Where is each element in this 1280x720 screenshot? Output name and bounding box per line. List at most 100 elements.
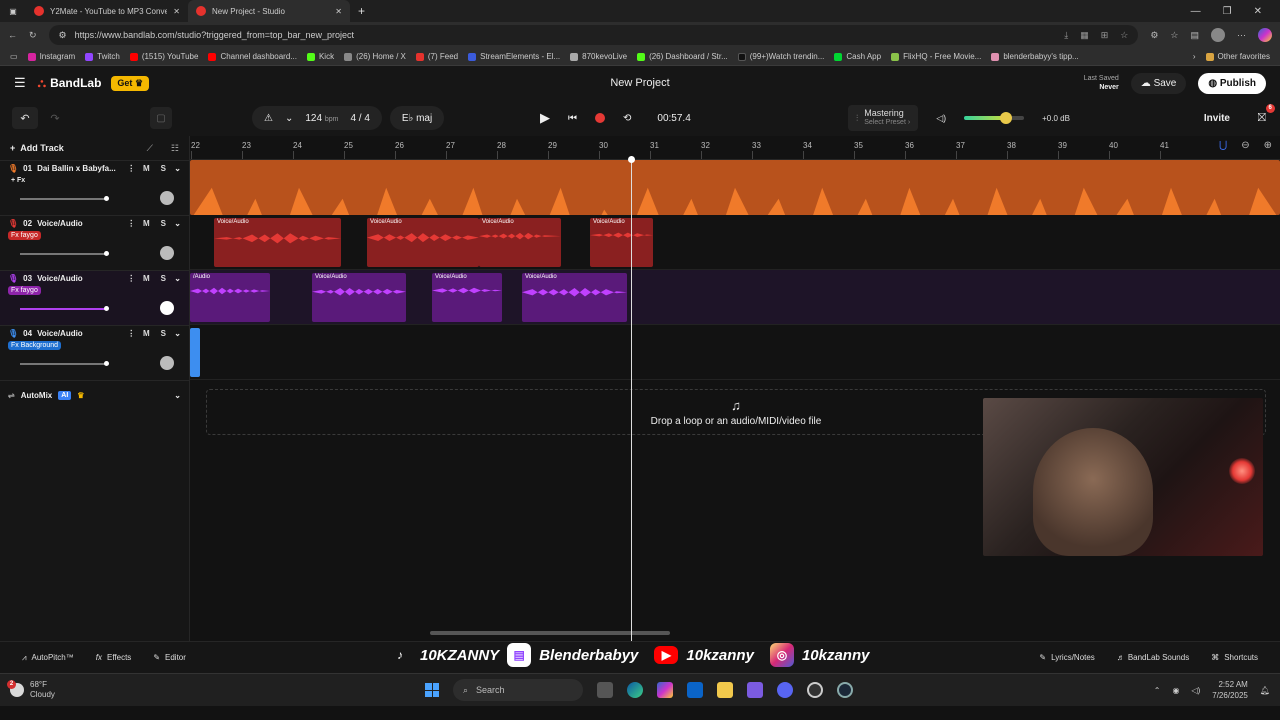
- track-header[interactable]: 🎙︎ 03 Voice/Audio ⋮ M S ⌄ Fx faygo: [0, 270, 189, 325]
- mute-button[interactable]: M: [140, 274, 152, 283]
- bookmark-item[interactable]: Kick: [306, 52, 334, 61]
- extensions-icon[interactable]: ⊞: [1101, 30, 1109, 41]
- slider-handle[interactable]: [104, 306, 109, 311]
- weather-widget[interactable]: 2 68°F Cloudy: [7, 680, 55, 700]
- steam-icon[interactable]: [837, 682, 853, 698]
- collections-icon[interactable]: ▤: [1190, 30, 1199, 41]
- bookmark-item[interactable]: Twitch: [85, 52, 120, 61]
- track-name[interactable]: Voice/Audio: [37, 274, 122, 283]
- fx-button[interactable]: Fx Background: [8, 341, 62, 350]
- track-lane[interactable]: [190, 325, 1280, 380]
- playhead[interactable]: [628, 156, 635, 641]
- bookmark-item[interactable]: (99+)Watch trendin...: [737, 52, 824, 61]
- back-icon[interactable]: ←: [8, 30, 17, 40]
- hamburger-menu-icon[interactable]: ☰: [14, 75, 26, 91]
- slider-handle[interactable]: [104, 196, 109, 201]
- fx-button[interactable]: + Fx: [8, 176, 28, 185]
- clipchamp-icon[interactable]: [747, 682, 763, 698]
- track-name[interactable]: Voice/Audio: [37, 329, 122, 338]
- chevron-right-icon[interactable]: ›: [1193, 52, 1196, 61]
- favorites-icon[interactable]: ☆: [1170, 30, 1178, 41]
- track-name[interactable]: Voice/Audio: [37, 219, 122, 228]
- get-membership-button[interactable]: Get ♛: [111, 75, 150, 91]
- url-bar[interactable]: ⚙ https://www.bandlab.com/studio?trigger…: [48, 25, 1139, 45]
- audio-clip[interactable]: Voice/Audio: [479, 218, 561, 267]
- key-selector[interactable]: E♭ maj: [389, 106, 445, 130]
- track-lane[interactable]: [190, 160, 1280, 215]
- time-display[interactable]: 00:57.4: [657, 113, 690, 124]
- solo-button[interactable]: S: [157, 329, 169, 338]
- snap-magnet-icon[interactable]: ⋃: [1219, 140, 1227, 151]
- timeline-area[interactable]: 22 23 24 25 26 27 28 29 30 31 32 33 34 3…: [190, 136, 1280, 641]
- volume-icon[interactable]: ◁): [1191, 685, 1200, 696]
- horizontal-scrollbar[interactable]: [430, 631, 670, 635]
- mute-button[interactable]: M: [140, 164, 152, 173]
- sidebar-toggle-icon[interactable]: ▣: [0, 7, 26, 16]
- minimize-icon[interactable]: —: [1191, 6, 1201, 17]
- add-track-button[interactable]: + Add Track: [10, 143, 64, 153]
- pan-knob[interactable]: [160, 246, 174, 260]
- time-signature[interactable]: 4 / 4: [350, 113, 369, 124]
- fx-button[interactable]: Fx faygo: [8, 286, 41, 295]
- chevron-down-icon[interactable]: ⌄: [174, 219, 181, 228]
- publish-button[interactable]: ◍ Publish: [1198, 72, 1266, 94]
- bookmark-item[interactable]: FlixHQ - Free Movie...: [891, 52, 981, 61]
- chevron-up-icon[interactable]: ⌃: [1154, 685, 1161, 696]
- other-favorites[interactable]: Other favorites: [1205, 52, 1270, 61]
- track-name[interactable]: Dai Ballin x Babyfa...: [37, 164, 122, 173]
- notifications-icon[interactable]: 🔔︎: [1260, 685, 1270, 696]
- sidebar-panel-icon[interactable]: ▢: [150, 107, 172, 129]
- network-icon[interactable]: ◉: [1172, 685, 1179, 696]
- bookmark-item[interactable]: Cash App: [834, 52, 881, 61]
- metronome-icon[interactable]: ⚠: [264, 113, 273, 124]
- browser-tab-y2mate[interactable]: Y2Mate - YouTube to MP3 Conve ✕: [26, 0, 188, 22]
- bandlab-logo[interactable]: ⛬ BandLab: [38, 76, 102, 91]
- record-icon[interactable]: [595, 113, 605, 123]
- master-volume-slider[interactable]: [964, 112, 1025, 124]
- bookmark-item[interactable]: 870kevoLive: [570, 52, 627, 61]
- chevron-down-icon[interactable]: ⌄: [174, 329, 181, 338]
- pan-knob[interactable]: [160, 356, 174, 370]
- chevron-down-icon[interactable]: ⌄: [174, 391, 181, 400]
- slider-handle[interactable]: [104, 361, 109, 366]
- bookmark-item[interactable]: (26) Dashboard / Str...: [637, 52, 728, 61]
- outlook-icon[interactable]: [687, 682, 703, 698]
- more-vertical-icon[interactable]: ⋮: [127, 164, 135, 173]
- mute-button[interactable]: M: [140, 329, 152, 338]
- audio-clip[interactable]: Voice/Audio: [522, 273, 627, 322]
- autopitch-button[interactable]: ⩘ AutoPitch™: [22, 653, 74, 663]
- bookmark-item[interactable]: StreamElements - El...: [468, 52, 560, 61]
- clock[interactable]: 2:52 AM 7/26/2025: [1212, 679, 1248, 701]
- refresh-icon[interactable]: ↻: [29, 30, 37, 41]
- more-vertical-icon[interactable]: ⋮: [127, 219, 135, 228]
- bookmark-item[interactable]: blenderbabyy's tipp...: [991, 52, 1079, 61]
- shortcuts-button[interactable]: ⌘ Shortcuts: [1211, 653, 1258, 662]
- more-vertical-icon[interactable]: ⋮: [127, 274, 135, 283]
- track-volume-slider[interactable]: [20, 196, 109, 201]
- audio-clip[interactable]: [190, 328, 200, 377]
- profile-avatar[interactable]: [1211, 28, 1225, 42]
- track-volume-slider[interactable]: [20, 361, 109, 366]
- track-volume-slider[interactable]: [20, 306, 109, 311]
- bandlab-sounds-button[interactable]: ♬ BandLab Sounds: [1117, 653, 1189, 662]
- task-view-icon[interactable]: [597, 682, 613, 698]
- mastering-button[interactable]: ⫶ Mastering Select Preset ›: [848, 105, 919, 131]
- gift-icon[interactable]: ⛝ 6: [1258, 103, 1275, 125]
- invite-button[interactable]: Invite: [1204, 113, 1230, 124]
- track-header[interactable]: 🎙︎ 04 Voice/Audio ⋮ M S ⌄ Fx Background: [0, 325, 189, 380]
- audio-clip[interactable]: Voice/Audio: [367, 218, 479, 267]
- browser-tab-studio[interactable]: New Project - Studio ✕: [188, 0, 350, 22]
- bookmarks-icon[interactable]: ▭: [10, 52, 18, 61]
- copilot-icon[interactable]: [1258, 28, 1272, 42]
- zoom-out-icon[interactable]: ⊖: [1241, 140, 1249, 151]
- pan-knob[interactable]: [160, 301, 174, 315]
- bookmark-item[interactable]: Channel dashboard...: [208, 52, 297, 61]
- track-header[interactable]: 🎙︎ 02 Voice/Audio ⋮ M S ⌄ Fx faygo: [0, 215, 189, 270]
- site-info-icon[interactable]: ⚙: [59, 30, 67, 41]
- zoom-in-icon[interactable]: ⊕: [1264, 140, 1272, 151]
- bookmark-item[interactable]: (26) Home / X: [344, 52, 406, 61]
- bookmark-item[interactable]: (7) Feed: [415, 52, 458, 61]
- effects-button[interactable]: fx Effects: [96, 653, 132, 662]
- volume-knob[interactable]: [1000, 112, 1013, 124]
- more-menu-icon[interactable]: ⋯: [1237, 30, 1246, 41]
